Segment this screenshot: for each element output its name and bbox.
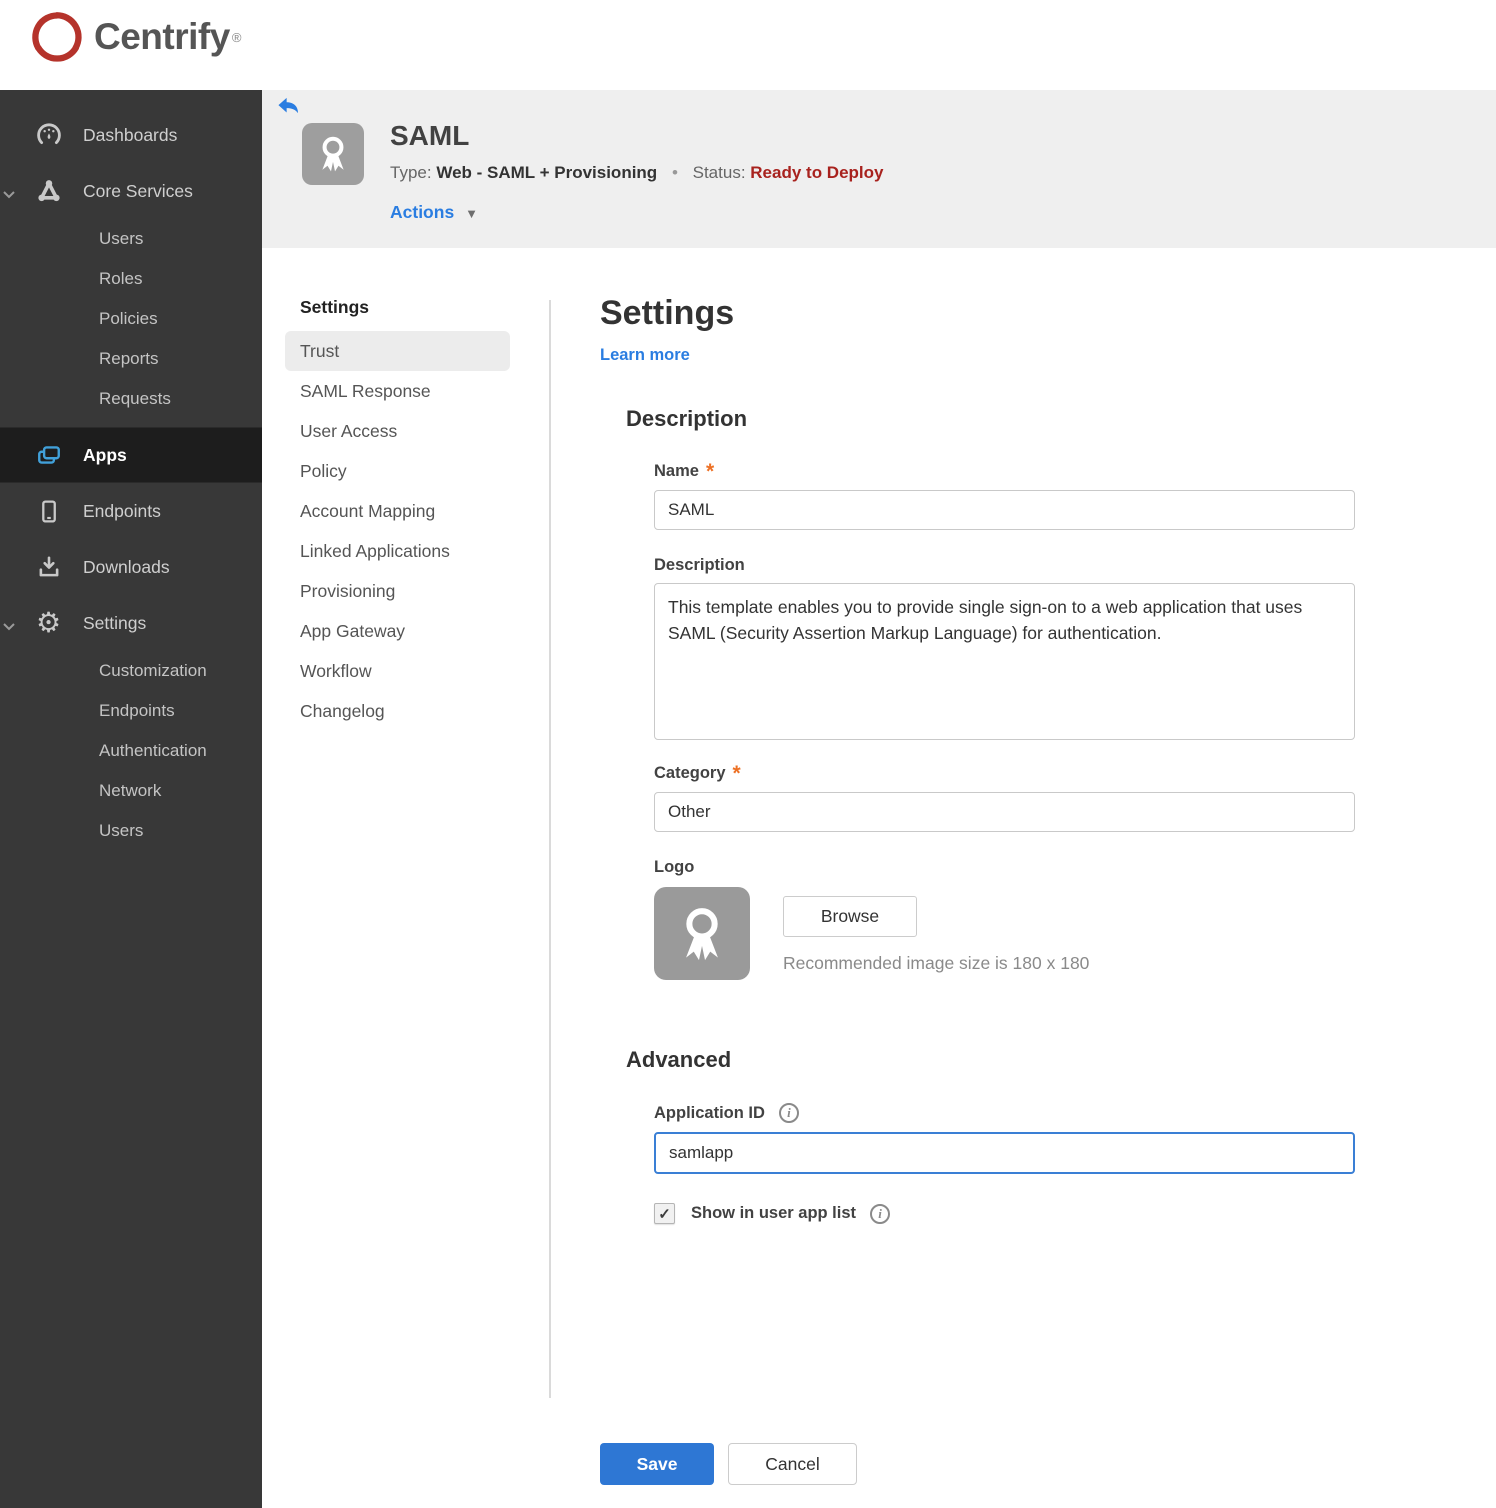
show-in-app-list-checkbox[interactable]: ✓ xyxy=(654,1203,675,1224)
sidebar-item-settings-users[interactable]: Users xyxy=(0,811,262,851)
info-icon[interactable]: i xyxy=(870,1203,891,1224)
app-header: SAML Type: Web - SAML + Provisioning • S… xyxy=(262,90,1496,248)
advanced-section-heading: Advanced xyxy=(626,1047,732,1072)
sidebar-item-network[interactable]: Network xyxy=(0,771,262,811)
save-button[interactable]: Save xyxy=(600,1443,714,1485)
dashboards-gauge-icon xyxy=(35,122,62,149)
sidebar-item-roles[interactable]: Roles xyxy=(0,259,262,299)
back-arrow-icon[interactable] xyxy=(277,97,299,117)
sidebar-item-label: Settings xyxy=(83,612,147,633)
learn-more-link[interactable]: Learn more xyxy=(600,346,690,365)
subnav-item-workflow[interactable]: Workflow xyxy=(285,651,510,691)
subnav-item-provisioning[interactable]: Provisioning xyxy=(285,571,510,611)
type-label: Type: xyxy=(390,163,432,182)
gear-icon: ⚙ xyxy=(35,607,62,638)
sidebar-item-users[interactable]: Users xyxy=(0,219,262,259)
subnav-header: Settings xyxy=(300,297,370,317)
application-id-label-row: Application ID i xyxy=(654,1103,1355,1123)
app-logo xyxy=(302,123,364,185)
page-title: Settings xyxy=(600,294,735,332)
browse-button[interactable]: Browse xyxy=(783,896,917,937)
sidebar-item-label: Endpoints xyxy=(83,500,161,521)
sidebar-item-authentication[interactable]: Authentication xyxy=(0,731,262,771)
subnav-item-changelog[interactable]: Changelog xyxy=(285,691,510,731)
settings-main: Settings Learn more Description Name * D… xyxy=(600,294,1355,1224)
category-label-row: Category * xyxy=(654,761,1355,785)
content-area: Settings Trust SAML Response User Access… xyxy=(262,248,1496,1508)
category-label: Category xyxy=(654,764,726,782)
logo-size-hint: Recommended image size is 180 x 180 xyxy=(783,953,1090,973)
subnav-item-trust[interactable]: Trust xyxy=(285,331,510,371)
sidebar-item-customization[interactable]: Customization xyxy=(0,651,262,691)
app-meta: Type: Web - SAML + Provisioning • Status… xyxy=(390,163,883,183)
chevron-down-icon[interactable] xyxy=(2,618,16,631)
logo-label: Logo xyxy=(654,858,695,876)
chevron-down-icon[interactable] xyxy=(2,186,16,199)
status-value: Ready to Deploy xyxy=(750,163,884,182)
sidebar-item-core-services[interactable]: Core Services xyxy=(0,163,262,219)
app-logo-preview xyxy=(654,887,750,980)
advanced-form: Application ID i ✓ Show in user app list… xyxy=(654,1103,1355,1224)
award-ribbon-icon xyxy=(686,907,718,960)
sidebar-item-requests[interactable]: Requests xyxy=(0,379,262,419)
actions-menu-button[interactable]: Actions ▼ xyxy=(390,202,478,223)
brand: Centrify ® xyxy=(28,8,241,66)
sidebar-item-reports[interactable]: Reports xyxy=(0,339,262,379)
cancel-button[interactable]: Cancel xyxy=(728,1443,857,1485)
description-form: Name * Description This template enables… xyxy=(654,459,1355,980)
form-footer: Save Cancel xyxy=(600,1443,857,1485)
meta-separator: • xyxy=(671,163,678,182)
sidebar-item-settings[interactable]: ⚙ Settings xyxy=(0,595,262,651)
type-value: Web - SAML + Provisioning xyxy=(436,163,658,182)
required-asterisk: * xyxy=(732,761,741,785)
brand-trademark: ® xyxy=(231,29,242,45)
sidebar-item-label: Apps xyxy=(83,444,127,465)
info-icon[interactable]: i xyxy=(778,1103,799,1123)
sidebar-item-policies[interactable]: Policies xyxy=(0,299,262,339)
award-ribbon-icon xyxy=(322,136,344,172)
endpoints-device-icon xyxy=(35,498,62,525)
subnav-item-linked-applications[interactable]: Linked Applications xyxy=(285,531,510,571)
category-field[interactable] xyxy=(654,792,1355,832)
sidebar-item-label: Core Services xyxy=(83,180,193,201)
name-label-row: Name * xyxy=(654,459,1355,483)
logo-actions: Browse Recommended image size is 180 x 1… xyxy=(783,887,1089,974)
top-bar: Centrify ® xyxy=(0,0,1496,90)
subnav-item-app-gateway[interactable]: App Gateway xyxy=(285,611,510,651)
apps-icon xyxy=(35,442,62,469)
subnav-item-saml-response[interactable]: SAML Response xyxy=(285,371,510,411)
sidebar-item-label: Dashboards xyxy=(83,124,178,145)
vertical-divider xyxy=(549,300,551,1398)
show-in-app-list-row: ✓ Show in user app list i xyxy=(654,1203,1355,1224)
subnav-item-user-access[interactable]: User Access xyxy=(285,411,510,451)
sidebar-item-dashboards[interactable]: Dashboards xyxy=(0,107,262,163)
sidebar-item-downloads[interactable]: Downloads xyxy=(0,539,262,595)
sidebar-item-endpoints[interactable]: Endpoints xyxy=(0,483,262,539)
sidebar: Dashboards Core Services Users Roles Pol… xyxy=(0,90,262,1508)
description-label: Description xyxy=(654,556,745,574)
sidebar-item-settings-endpoints[interactable]: Endpoints xyxy=(0,691,262,731)
application-id-field[interactable] xyxy=(654,1132,1355,1174)
actions-label: Actions xyxy=(390,202,455,222)
logo-row: Browse Recommended image size is 180 x 1… xyxy=(654,887,1355,980)
required-asterisk: * xyxy=(705,459,715,483)
caret-down-icon: ▼ xyxy=(465,206,478,221)
application-id-label: Application ID xyxy=(654,1103,765,1122)
app-title: SAML xyxy=(390,120,470,151)
brand-name: Centrify xyxy=(94,16,230,57)
sidebar-item-apps[interactable]: Apps xyxy=(0,427,262,483)
downloads-icon xyxy=(35,554,62,581)
subnav-item-policy[interactable]: Policy xyxy=(285,451,510,491)
description-section-heading: Description xyxy=(626,406,748,431)
name-field[interactable] xyxy=(654,490,1355,530)
settings-subnav: Settings Trust SAML Response User Access… xyxy=(285,297,510,731)
show-in-app-list-label: Show in user app list xyxy=(691,1204,857,1222)
sidebar-item-label: Downloads xyxy=(83,556,170,577)
status-label: Status: xyxy=(692,163,746,182)
name-label: Name xyxy=(654,462,699,480)
description-field[interactable]: This template enables you to provide sin… xyxy=(654,583,1355,740)
subnav-item-account-mapping[interactable]: Account Mapping xyxy=(285,491,510,531)
centrify-logo-icon xyxy=(32,12,82,62)
core-services-icon xyxy=(35,178,62,205)
